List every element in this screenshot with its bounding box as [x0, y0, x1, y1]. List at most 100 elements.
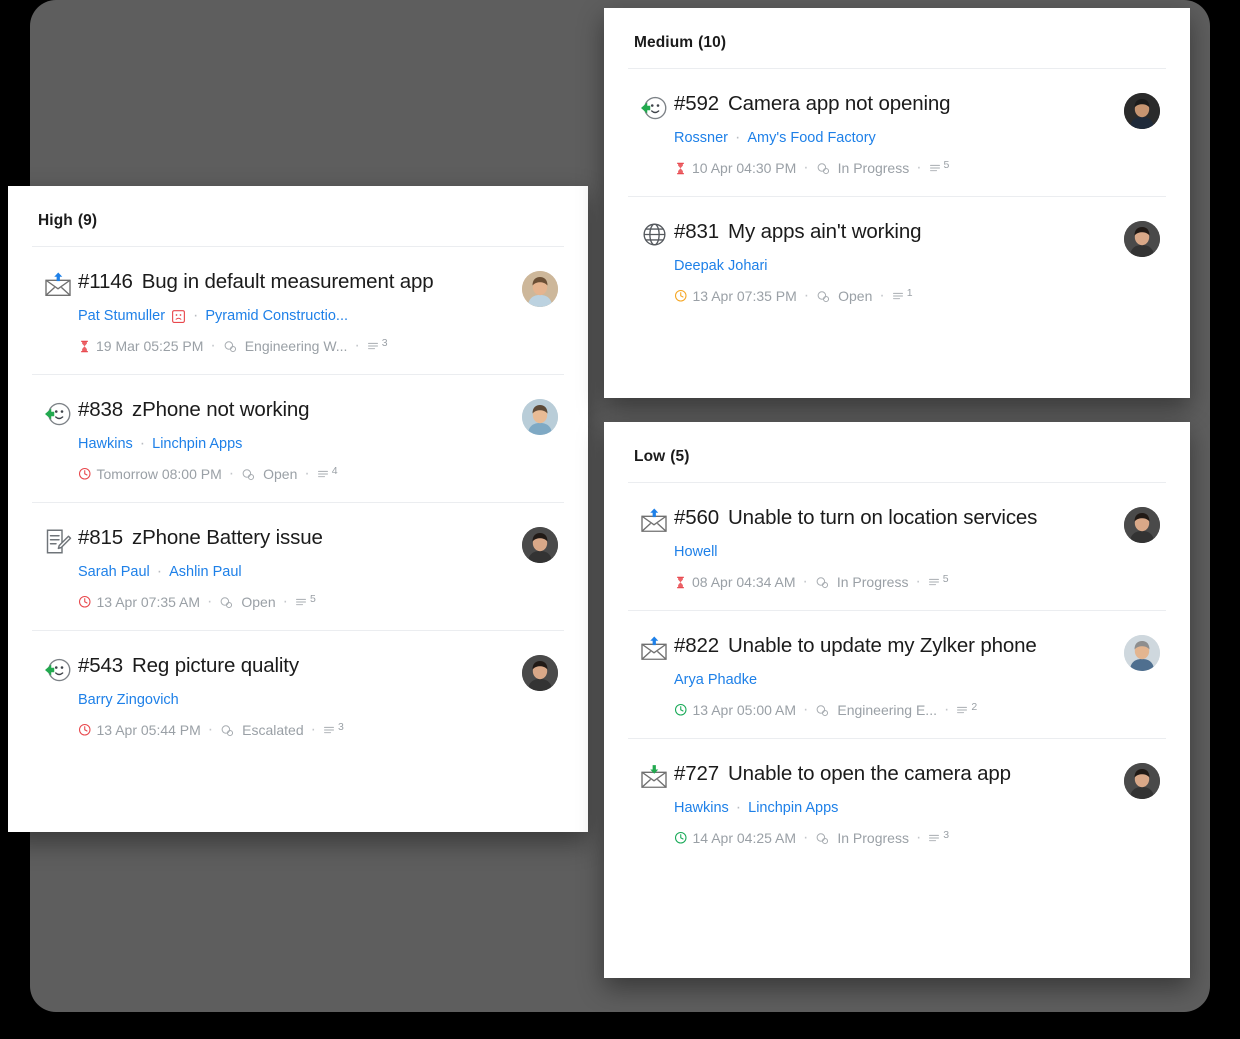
clock-icon	[674, 703, 688, 717]
ticket-status: Engineering E...	[837, 702, 937, 718]
ticket-row[interactable]: #543 Reg picture quality Barry Zingovich 13…	[32, 630, 564, 758]
channel-icon-wrapper	[634, 759, 674, 793]
ticket-status: Engineering W...	[244, 338, 348, 354]
contact-link[interactable]: Pat Stumuller	[78, 306, 165, 326]
panel-header-medium: Medium (10)	[604, 8, 1190, 68]
contact-link[interactable]: Hawkins	[674, 798, 729, 818]
contact-link[interactable]: Rossner	[674, 128, 728, 148]
ticket-title[interactable]: #831 My apps ain't working	[674, 217, 1116, 247]
priority-panel-medium: Medium (10) #592 Camera app not opening Ross…	[604, 8, 1190, 398]
ticket-row[interactable]: #560 Unable to turn on location services H…	[628, 482, 1166, 610]
channel-icon-wrapper	[38, 267, 78, 301]
avatar[interactable]	[1124, 635, 1160, 671]
ticket-row[interactable]: #815 zPhone Battery issue Sarah Paul · Ashli…	[32, 502, 564, 630]
panel-count: (9)	[77, 212, 98, 229]
email-in-icon	[639, 763, 669, 793]
ticket-id: #560	[674, 506, 720, 529]
threads-count: 3	[943, 829, 950, 841]
ticket-links: Sarah Paul · Ashlin Paul	[78, 562, 514, 582]
ticket-subject: Reg picture quality	[132, 654, 299, 677]
threads-count: 5	[943, 159, 950, 171]
due-date: 08 Apr 04:34 AM	[692, 574, 796, 590]
threads-icon: 1	[892, 288, 913, 303]
avatar[interactable]	[522, 399, 558, 435]
dot-separator: ·	[802, 573, 808, 590]
avatar[interactable]	[1124, 763, 1160, 799]
ticket-body: #1146 Bug in default measurement app Pat S…	[78, 267, 522, 356]
chat-in-icon	[43, 399, 73, 429]
ticket-title[interactable]: #560 Unable to turn on location services	[674, 503, 1116, 533]
dot-separator: ·	[943, 701, 950, 718]
dot-separator: ·	[310, 721, 316, 738]
avatar[interactable]	[522, 271, 558, 307]
ticket-title[interactable]: #815 zPhone Battery issue	[78, 523, 514, 553]
avatar[interactable]	[1124, 221, 1160, 257]
ticket-row[interactable]: #822 Unable to update my Zylker phone Arya…	[628, 610, 1166, 738]
status-bubble-icon	[816, 161, 831, 176]
avatar[interactable]	[1124, 507, 1160, 543]
dot-separator: ·	[915, 573, 921, 590]
contact-link[interactable]: Arya Phadke	[674, 670, 757, 690]
ticket-row[interactable]: #831 My apps ain't working Deepak Johari 13…	[628, 196, 1166, 324]
dot-separator: ·	[228, 465, 235, 482]
ticket-body: #838 zPhone not working Hawkins · Linchpin A…	[78, 395, 522, 484]
dot-separator: ·	[207, 721, 214, 738]
ticket-id: #1146	[78, 270, 133, 293]
ticket-row[interactable]: #592 Camera app not opening Rossner · Amy's …	[628, 68, 1166, 196]
ticket-title[interactable]: #838 zPhone not working	[78, 395, 514, 425]
ticket-body: #831 My apps ain't working Deepak Johari 13…	[674, 217, 1124, 306]
clock-icon	[674, 289, 688, 303]
avatar[interactable]	[522, 527, 558, 563]
due-date: 13 Apr 07:35 AM	[96, 594, 201, 610]
ticket-links: Hawkins · Linchpin Apps	[674, 798, 1116, 818]
dot-separator: ·	[156, 563, 163, 580]
hourglass-icon	[78, 340, 91, 353]
contact-link[interactable]: Howell	[674, 542, 718, 562]
ticket-title[interactable]: #592 Camera app not opening	[674, 89, 1116, 119]
dot-separator: ·	[139, 435, 146, 452]
ticket-meta: 13 Apr 07:35 AM · Open · 5	[78, 592, 514, 612]
contact-link[interactable]: Sarah Paul	[78, 562, 150, 582]
account-link[interactable]: Pyramid Constructio...	[205, 306, 348, 326]
ticket-status: Open	[241, 594, 276, 610]
ticket-meta: Tomorrow 08:00 PM · Open · 4	[78, 464, 514, 484]
account-link[interactable]: Ashlin Paul	[169, 562, 242, 582]
ticket-title[interactable]: #822 Unable to update my Zylker phone	[674, 631, 1116, 661]
due-date: 10 Apr 04:30 PM	[692, 160, 797, 176]
threads-icon: 2	[956, 702, 977, 717]
hourglass-icon	[674, 162, 687, 175]
priority-panel-low: Low (5) #560 Unable to turn on location ser…	[604, 422, 1190, 978]
avatar[interactable]	[1124, 93, 1160, 129]
avatar[interactable]	[522, 655, 558, 691]
status-bubble-icon	[223, 339, 238, 354]
panel-header-high: High (9)	[8, 186, 588, 246]
ticket-id: #822	[674, 634, 720, 657]
due-date: 13 Apr 07:35 PM	[692, 288, 797, 304]
status-bubble-icon	[220, 723, 235, 738]
ticket-meta: 10 Apr 04:30 PM · In Progress · 5	[674, 158, 1116, 178]
ticket-title[interactable]: #543 Reg picture quality	[78, 651, 514, 681]
channel-icon-wrapper	[38, 395, 78, 429]
dot-separator: ·	[916, 159, 922, 176]
channel-icon-wrapper	[634, 631, 674, 665]
dot-separator: ·	[193, 307, 199, 324]
ticket-title[interactable]: #727 Unable to open the camera app	[674, 759, 1116, 789]
threads-count: 3	[337, 721, 344, 733]
contact-link[interactable]: Barry Zingovich	[78, 690, 179, 710]
account-link[interactable]: Linchpin Apps	[748, 798, 838, 818]
threads-count: 4	[331, 465, 338, 477]
ticket-links: Pat Stumuller · Pyramid Constructio...	[78, 306, 514, 326]
contact-link[interactable]: Hawkins	[78, 434, 133, 454]
account-link[interactable]: Linchpin Apps	[152, 434, 242, 454]
account-link[interactable]: Amy's Food Factory	[747, 128, 875, 148]
contact-link[interactable]: Deepak Johari	[674, 256, 768, 276]
status-bubble-icon	[815, 575, 830, 590]
ticket-row[interactable]: #838 zPhone not working Hawkins · Linchpin A…	[32, 374, 564, 502]
panel-title: High	[38, 212, 73, 229]
ticket-row[interactable]: #1146 Bug in default measurement app Pat S…	[32, 246, 564, 374]
ticket-title[interactable]: #1146 Bug in default measurement app	[78, 267, 514, 297]
ticket-row[interactable]: #727 Unable to open the camera app Hawkins…	[628, 738, 1166, 866]
due-date: 19 Mar 05:25 PM	[96, 338, 204, 354]
dot-separator: ·	[803, 829, 809, 846]
threads-icon: 4	[317, 465, 338, 481]
